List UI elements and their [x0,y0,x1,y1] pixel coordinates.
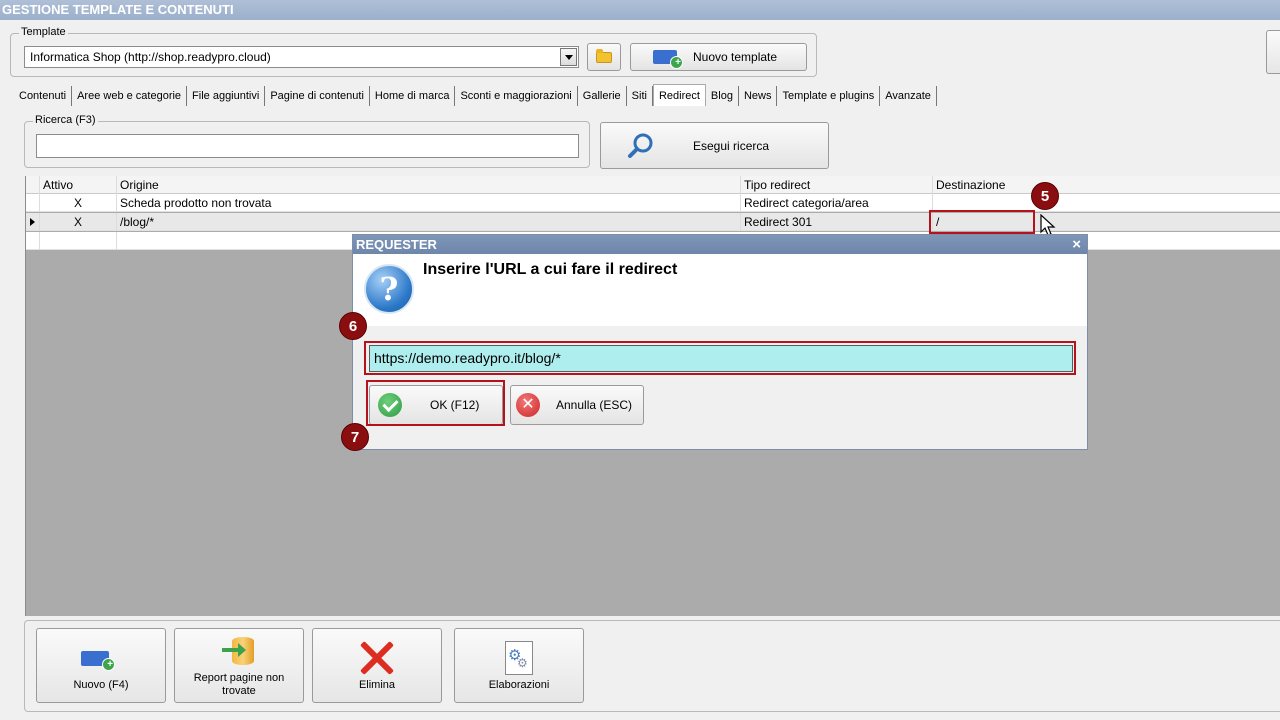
new-template-label: Nuovo template [693,50,778,64]
destination-highlight [929,210,1035,234]
processing-button-label: Elaborazioni [488,679,550,691]
tab-news[interactable]: News [739,86,778,106]
table-row[interactable]: X /blog/* Redirect 301 / [26,213,1280,231]
header-attivo[interactable]: Attivo [40,176,117,194]
tab-pagine-contenuti[interactable]: Pagine di contenuti [265,86,370,106]
template-group-label: Template [19,26,68,38]
grid-header: Attivo Origine Tipo redirect Destinazion… [26,176,1280,194]
database-import-icon [222,635,256,669]
search-button[interactable]: Esegui ricerca [600,122,829,169]
tab-home-marca[interactable]: Home di marca [370,86,456,106]
dialog-message-area: ? Inserire l'URL a cui fare il redirect [353,254,1087,326]
header-origine[interactable]: Origine [117,176,741,194]
side-button[interactable] [1266,30,1280,74]
tab-redirect[interactable]: Redirect [652,84,706,106]
add-card-icon: + [81,651,115,671]
tab-gallerie[interactable]: Gallerie [578,86,627,106]
tab-avanzate[interactable]: Avanzate [880,86,937,106]
tab-siti[interactable]: Siti [627,86,653,106]
search-input[interactable] [36,134,579,158]
cell-attivo[interactable]: X [40,213,117,231]
close-icon[interactable]: × [1072,235,1081,254]
report-not-found-button[interactable]: Report pagine non trovate [174,628,304,703]
row-indicator [26,232,40,250]
template-select[interactable]: Informatica Shop (http://shop.readypro.c… [24,46,579,68]
magnifier-icon [628,133,653,158]
step-marker-6: 6 [339,312,367,340]
table-row[interactable]: X Scheda prodotto non trovata Redirect c… [26,194,1280,212]
new-button-label: Nuovo (F4) [73,679,129,691]
delete-x-icon [358,639,396,677]
cell-origine[interactable]: /blog/* [117,213,741,231]
tab-file-aggiuntivi[interactable]: File aggiuntivi [187,86,266,106]
tab-sconti[interactable]: Sconti e maggiorazioni [455,86,578,106]
cancel-x-icon: ✕ [516,393,540,417]
cell-attivo[interactable]: X [40,194,117,212]
row-indicator [26,213,40,231]
cancel-button[interactable]: ✕ Annulla (ESC) [510,385,644,425]
tab-aree-web[interactable]: Aree web e categorie [72,86,188,106]
cancel-button-label: Annulla (ESC) [556,398,633,412]
step-marker-5: 5 [1031,182,1059,210]
open-folder-button[interactable] [587,43,621,71]
row-pointer-icon [30,218,35,226]
window-title: GESTIONE TEMPLATE E CONTENUTI [0,0,1280,20]
search-button-label: Esegui ricerca [693,138,770,153]
tab-blog[interactable]: Blog [706,86,739,106]
dialog-message: Inserire l'URL a cui fare il redirect [423,261,678,278]
chevron-down-icon[interactable] [560,48,577,66]
header-tipo[interactable]: Tipo redirect [741,176,933,194]
tab-contenuti[interactable]: Contenuti [14,86,73,106]
header-indicator [26,176,40,194]
add-card-icon: + [653,50,683,69]
cell-tipo[interactable]: Redirect categoria/area [741,194,933,212]
new-template-button[interactable]: + Nuovo template [630,43,807,71]
step-marker-7: 7 [341,423,369,451]
ok-button-highlight [366,380,505,426]
delete-button-label: Elimina [358,679,396,691]
folder-icon [596,48,612,63]
new-button[interactable]: + Nuovo (F4) [36,628,166,703]
url-input-highlight [364,341,1076,375]
row-indicator [26,194,40,212]
header-destinazione[interactable]: Destinazione [933,176,1280,194]
report-button-label: Report pagine non trovate [193,672,285,697]
gear-document-icon [505,641,533,675]
processing-button[interactable]: Elaborazioni [454,628,584,703]
tab-bar: Contenuti Aree web e categorie File aggi… [14,84,937,106]
question-icon: ? [364,264,414,314]
template-select-value: Informatica Shop (http://shop.readypro.c… [30,50,271,64]
cell-origine[interactable]: Scheda prodotto non trovata [117,194,741,212]
cell-attivo[interactable] [40,232,117,250]
delete-button[interactable]: Elimina [312,628,442,703]
search-label: Ricerca (F3) [33,114,98,126]
dialog-title: REQUESTER [353,235,1087,254]
tab-template-plugins[interactable]: Template e plugins [777,86,881,106]
cell-tipo[interactable]: Redirect 301 [741,213,933,231]
